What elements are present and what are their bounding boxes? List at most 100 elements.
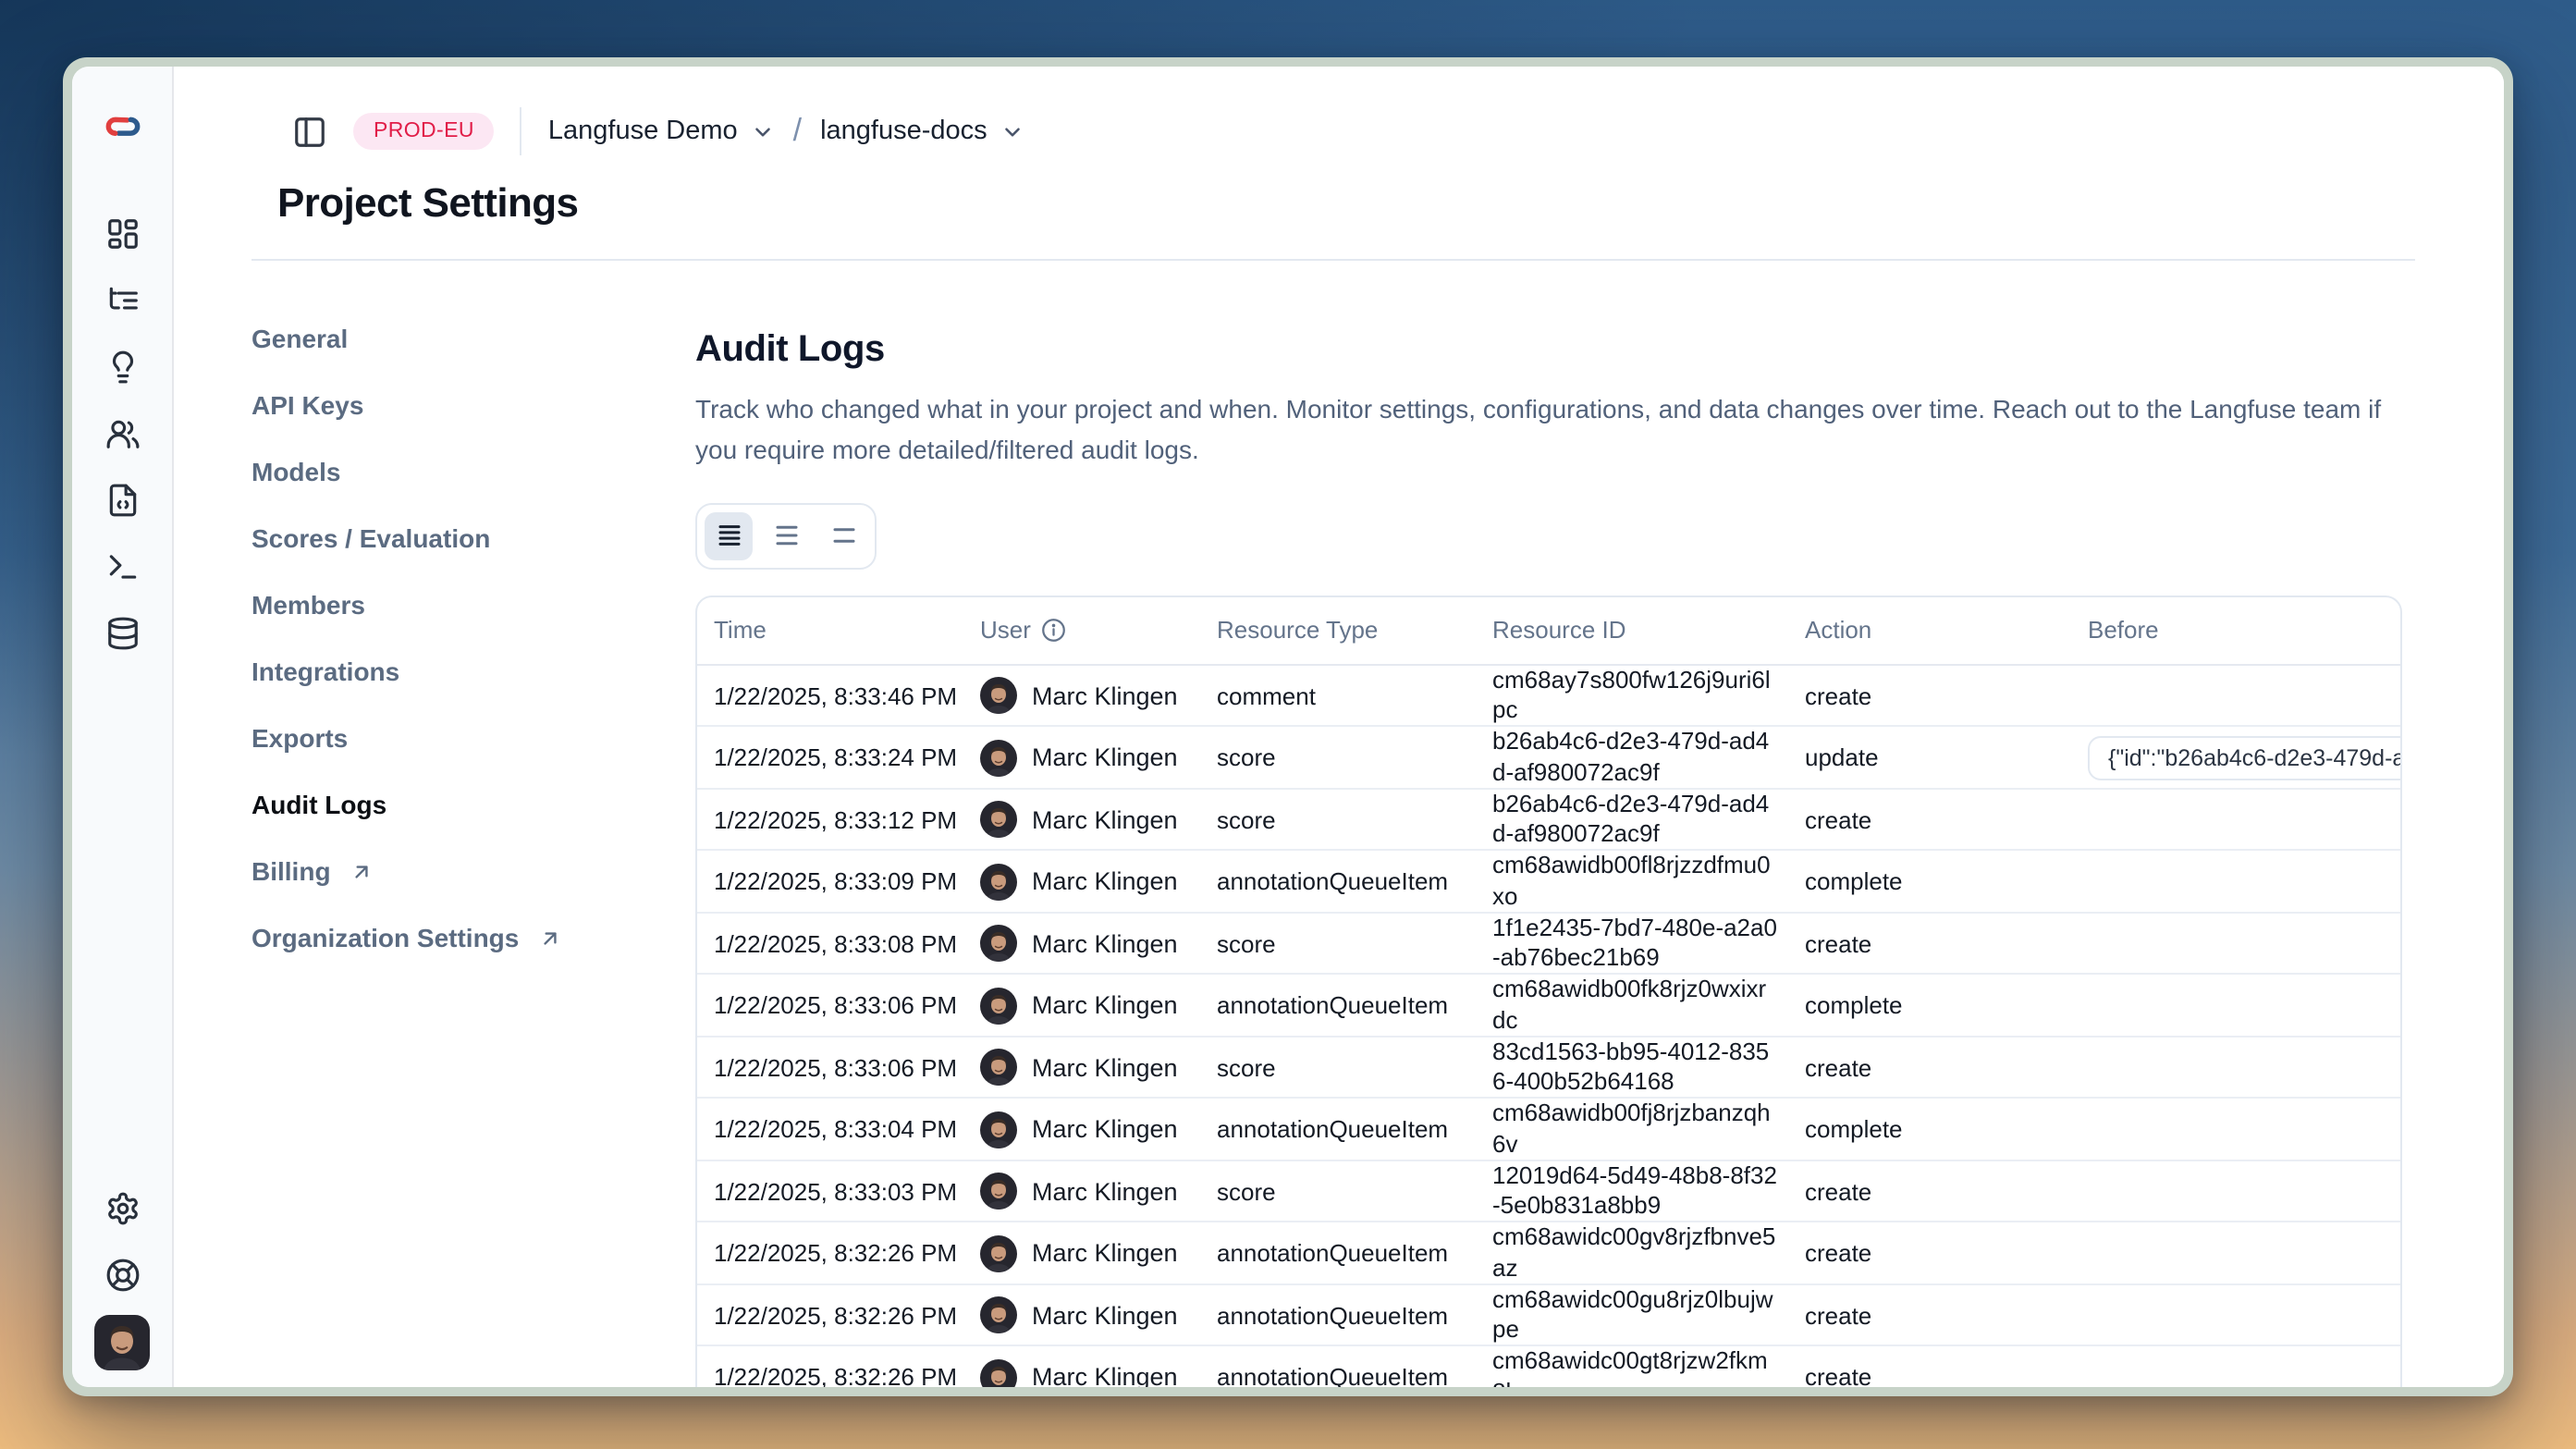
user-avatar[interactable] (94, 1315, 150, 1370)
cell-user: Marc Klingen (980, 1111, 1217, 1148)
langfuse-logo-icon[interactable] (94, 98, 150, 153)
user-avatar (980, 677, 1017, 714)
settings-nav-item[interactable]: General (251, 305, 621, 372)
dashboard-icon[interactable] (94, 205, 150, 261)
terminal-icon[interactable] (94, 538, 150, 594)
cell-action: complete (1805, 867, 2088, 895)
cell-time: 1/22/2025, 8:33:12 PM (714, 805, 980, 833)
cell-resource-id: 12019d64-5d49-48b8-8f32-5e0b831a8bb9 (1492, 1161, 1805, 1222)
cell-time: 1/22/2025, 8:33:06 PM (714, 1053, 980, 1081)
settings-nav-item[interactable]: Models (251, 438, 621, 505)
settings-nav-item-label: API Keys (251, 390, 363, 420)
cell-action: create (1805, 1301, 2088, 1329)
settings-nav-item[interactable]: API Keys (251, 372, 621, 438)
chevron-down-icon (1000, 120, 1024, 144)
table-row: 1/22/2025, 8:32:26 PM Marc Klingen annot… (697, 1285, 2400, 1347)
settings-nav-item[interactable]: Billing (251, 838, 621, 904)
info-icon[interactable] (1042, 618, 1067, 643)
cell-action: complete (1805, 991, 2088, 1019)
cell-resource-id: 1f1e2435-7bd7-480e-a2a0-ab76bec21b69 (1492, 914, 1805, 974)
cell-user: Marc Klingen (980, 801, 1217, 838)
user-name: Marc Klingen (1032, 991, 1178, 1019)
user-name: Marc Klingen (1032, 1239, 1178, 1267)
row-height-medium-button[interactable] (762, 512, 810, 560)
cell-resource-id: b26ab4c6-d2e3-479d-ad4d-af980072ac9f (1492, 728, 1805, 788)
user-name: Marc Klingen (1032, 1053, 1178, 1081)
user-avatar (980, 863, 1017, 900)
playground-file-code-icon[interactable] (94, 472, 150, 527)
settings-nav-item[interactable]: Members (251, 571, 621, 638)
prompts-lightbulb-icon[interactable] (94, 338, 150, 394)
row-height-large-button[interactable] (819, 512, 867, 560)
cell-action: create (1805, 1363, 2088, 1387)
cell-user: Marc Klingen (980, 925, 1217, 962)
external-link-icon (537, 926, 561, 950)
user-avatar (980, 1358, 1017, 1387)
cell-user: Marc Klingen (980, 863, 1217, 900)
table-header-row: Time User Resource Type (697, 597, 2400, 666)
cell-resource-type: comment (1217, 682, 1492, 709)
organization-name: Langfuse Demo (548, 117, 738, 146)
cell-user: Marc Klingen (980, 1049, 1217, 1086)
table-row: 1/22/2025, 8:33:06 PM Marc Klingen annot… (697, 976, 2400, 1038)
datasets-database-icon[interactable] (94, 605, 150, 660)
audit-logs-section: Audit Logs Track who changed what in you… (695, 305, 2402, 1387)
chevron-down-icon (751, 120, 775, 144)
user-name: Marc Klingen (1032, 1177, 1178, 1205)
table-row: 1/22/2025, 8:33:12 PM Marc Klingen score… (697, 790, 2400, 852)
user-avatar (980, 925, 1017, 962)
column-header-time: Time (714, 617, 980, 645)
header-divider (251, 259, 2415, 261)
settings-nav-item[interactable]: Integrations (251, 638, 621, 705)
cell-time: 1/22/2025, 8:33:09 PM (714, 867, 980, 895)
settings-nav-item[interactable]: Organization Settings (251, 904, 621, 971)
section-title: Audit Logs (695, 329, 2402, 372)
cell-resource-type: score (1217, 1177, 1492, 1205)
cell-action: create (1805, 1177, 2088, 1205)
cell-resource-type: score (1217, 929, 1492, 957)
cell-user: Marc Klingen (980, 1358, 1217, 1387)
before-json-preview[interactable]: {"id":"b26ab4c6-d2e3-479d-a (2088, 735, 2402, 780)
tracing-tree-icon[interactable] (94, 272, 150, 327)
cell-user: Marc Klingen (980, 1296, 1217, 1333)
table-row: 1/22/2025, 8:33:08 PM Marc Klingen score… (697, 914, 2400, 976)
settings-nav-item[interactable]: Audit Logs (251, 771, 621, 838)
cell-resource-id: 83cd1563-bb95-4012-8356-400b52b64168 (1492, 1038, 1805, 1098)
user-name: Marc Klingen (1032, 1363, 1178, 1387)
breadcrumb-divider (521, 107, 522, 155)
table-row: 1/22/2025, 8:33:04 PM Marc Klingen annot… (697, 1099, 2400, 1161)
settings-nav-item-label: Integrations (251, 657, 399, 686)
user-avatar (980, 1234, 1017, 1271)
settings-nav-item[interactable]: Scores / Evaluation (251, 505, 621, 571)
settings-nav-item-label: Billing (251, 856, 331, 886)
users-icon[interactable] (94, 405, 150, 460)
organization-selector[interactable]: Langfuse Demo (548, 117, 775, 146)
sidebar-toggle-icon[interactable] (292, 114, 327, 149)
cell-resource-id: cm68awidb00fl8rjzzdfmu0xo (1492, 852, 1805, 912)
cell-user: Marc Klingen (980, 1234, 1217, 1271)
cell-time: 1/22/2025, 8:32:26 PM (714, 1301, 980, 1329)
main-content: PROD-EU Langfuse Demo / langfuse-docs (174, 67, 2504, 1387)
user-avatar (980, 1049, 1017, 1086)
cell-action: complete (1805, 1115, 2088, 1143)
cell-resource-type: annotationQueueItem (1217, 1363, 1492, 1387)
settings-nav-item-label: Audit Logs (251, 790, 386, 819)
user-avatar (980, 1173, 1017, 1210)
column-header-action: Action (1805, 617, 2088, 645)
cell-action: create (1805, 929, 2088, 957)
environment-badge: PROD-EU (353, 113, 495, 150)
cell-resource-type: score (1217, 1053, 1492, 1081)
cell-resource-id: cm68awidb00fk8rjz0wxixrdc (1492, 976, 1805, 1036)
table-row: 1/22/2025, 8:33:06 PM Marc Klingen score… (697, 1038, 2400, 1099)
table-row: 1/22/2025, 8:32:26 PM Marc Klingen annot… (697, 1223, 2400, 1285)
support-lifebuoy-icon[interactable] (94, 1246, 150, 1302)
row-height-small-button[interactable] (705, 512, 753, 560)
settings-nav-item[interactable]: Exports (251, 705, 621, 771)
icon-rail (72, 67, 174, 1387)
cell-resource-id: b26ab4c6-d2e3-479d-ad4d-af980072ac9f (1492, 790, 1805, 850)
user-avatar (980, 739, 1017, 776)
settings-gear-icon[interactable] (94, 1180, 150, 1235)
table-row: 1/22/2025, 8:33:03 PM Marc Klingen score… (697, 1161, 2400, 1223)
project-selector[interactable]: langfuse-docs (820, 117, 1024, 146)
user-avatar (980, 801, 1017, 838)
